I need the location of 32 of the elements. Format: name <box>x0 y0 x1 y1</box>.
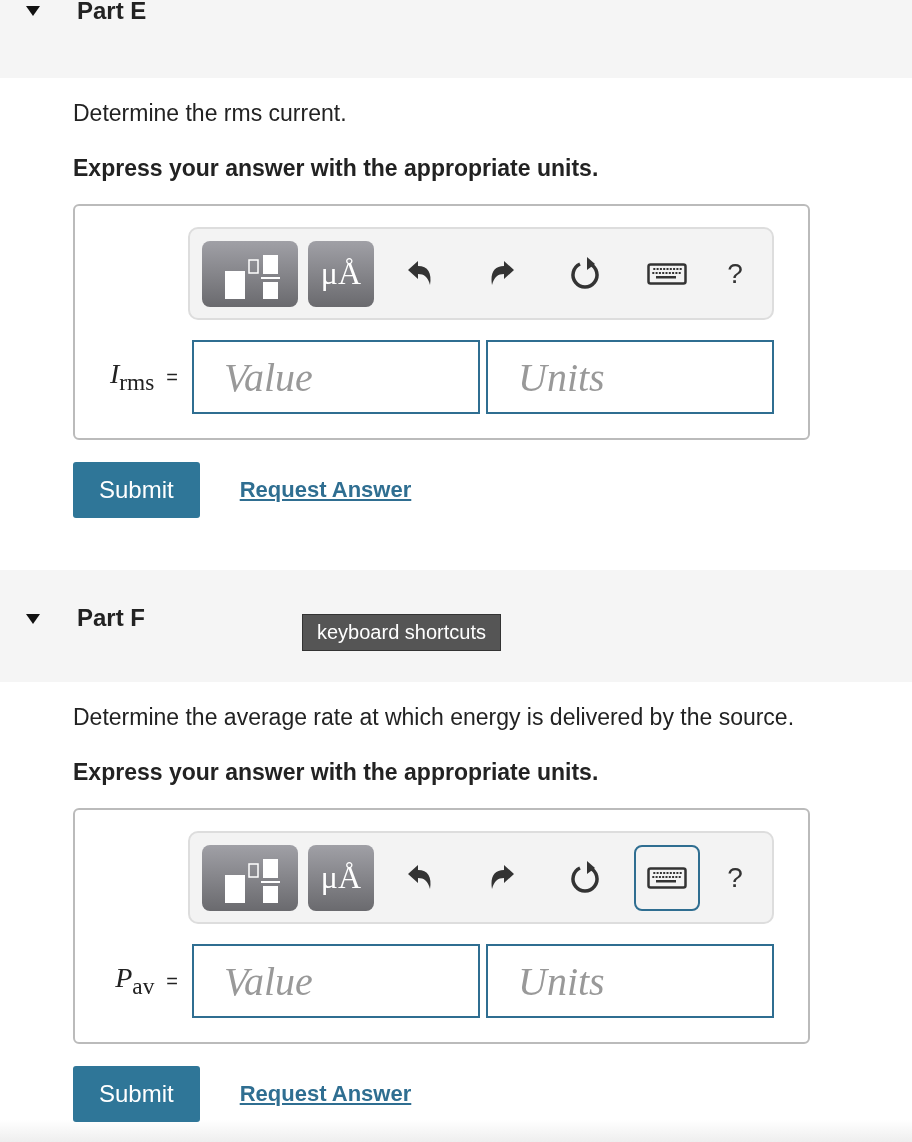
template-button[interactable] <box>202 844 298 911</box>
help-button[interactable]: ? <box>710 257 760 290</box>
units-button[interactable]: μÅ <box>308 844 374 911</box>
instruction-text: Express your answer with the appropriate units. <box>73 759 600 786</box>
value-field[interactable]: Value <box>192 340 480 414</box>
equals-sign: = <box>166 969 178 993</box>
question-text: Determine the average rate at which energy is delivered by the source. <box>73 704 796 731</box>
request-answer-link[interactable]: Request Answer <box>239 477 412 503</box>
collapse-triangle-icon[interactable] <box>26 6 40 16</box>
units-field[interactable]: Units <box>486 944 774 1018</box>
reset-icon[interactable] <box>570 255 602 292</box>
units-button[interactable]: μÅ <box>308 240 374 307</box>
instruction-text: Express your answer with the appropriate units. <box>73 155 600 182</box>
template-button[interactable] <box>202 240 298 307</box>
reset-icon[interactable] <box>570 859 602 896</box>
submit-button[interactable]: Submit <box>73 462 200 518</box>
collapse-triangle-icon[interactable] <box>26 614 40 624</box>
tooltip: keyboard shortcuts <box>302 614 501 651</box>
request-answer-link[interactable]: Request Answer <box>239 1081 412 1107</box>
help-button[interactable]: ? <box>710 861 760 894</box>
keyboard-icon <box>647 262 687 285</box>
keyboard-icon <box>647 866 687 889</box>
units-field[interactable]: Units <box>486 340 774 414</box>
submit-button[interactable]: Submit <box>73 1066 200 1122</box>
question-text: Determine the rms current. <box>73 100 348 127</box>
variable-label: P$_{av}$ <box>115 962 155 1000</box>
part-title[interactable]: Part E <box>77 0 147 25</box>
equals-sign: = <box>166 365 178 389</box>
keyboard-button[interactable] <box>634 844 700 911</box>
value-field[interactable]: Value <box>192 944 480 1018</box>
variable-label: I$_{rms}$ <box>110 358 155 396</box>
part-title[interactable]: Part F <box>77 604 145 632</box>
